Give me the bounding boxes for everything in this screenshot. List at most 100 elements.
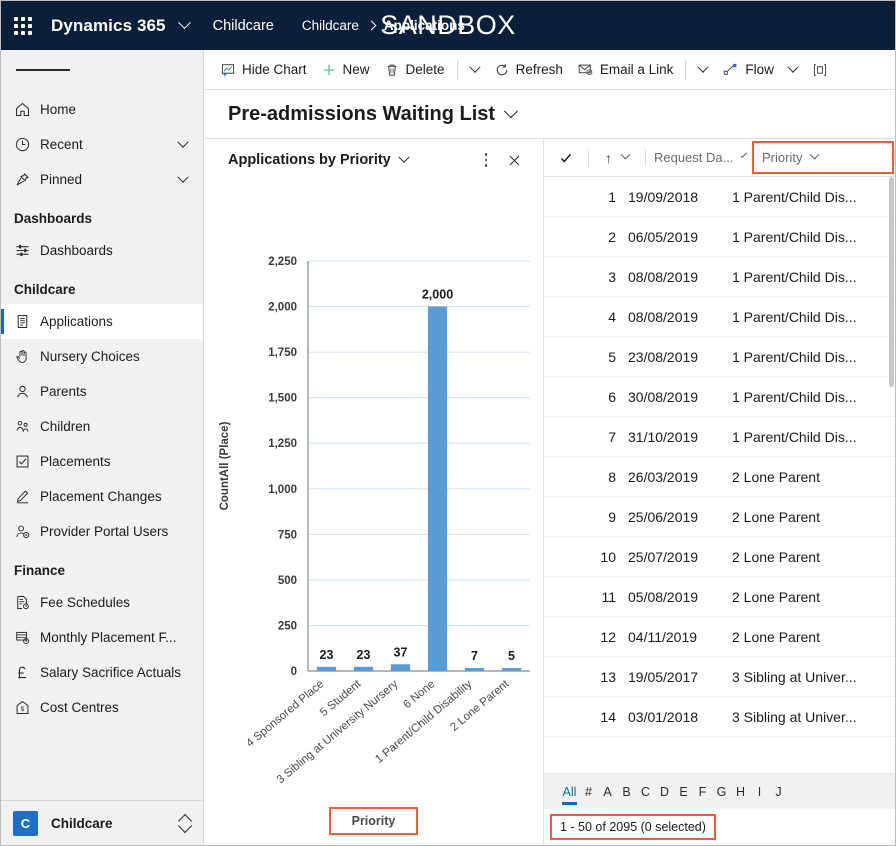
table-row[interactable]: 1 19/09/2018 1 Parent/Child Dis...: [544, 177, 895, 217]
grid-status-bar: 1 - 50 of 2095 (0 selected): [544, 809, 895, 845]
sidebar-item-label: Salary Sacrifice Actuals: [40, 665, 182, 680]
sidebar-item-placement-changes[interactable]: Placement Changes: [1, 479, 203, 514]
sidebar-item-children[interactable]: Children: [1, 409, 203, 444]
chevron-down-icon[interactable]: [177, 136, 193, 149]
chart-bar[interactable]: [501, 668, 522, 671]
kebab-menu-icon[interactable]: [473, 147, 499, 173]
row-index: 9: [608, 508, 616, 525]
sidebar-item-recent[interactable]: Recent: [1, 127, 203, 162]
sidebar-item-pinned[interactable]: Pinned: [1, 162, 203, 197]
table-row[interactable]: 3 08/08/2019 1 Parent/Child Dis...: [544, 257, 895, 297]
chart-bar[interactable]: [353, 666, 374, 671]
sidebar-item-parents[interactable]: Parents: [1, 374, 203, 409]
sidebar-item-nursery-choices[interactable]: Nursery Choices: [1, 339, 203, 374]
new-button[interactable]: New: [314, 56, 377, 84]
column-header-request-date[interactable]: Request Da...: [646, 139, 752, 177]
delete-button[interactable]: Delete: [377, 56, 452, 84]
sidebar-item-dashboards[interactable]: Dashboards: [1, 233, 203, 268]
flow-button[interactable]: Flow: [715, 56, 781, 84]
alpha-filter-j[interactable]: J: [769, 782, 788, 802]
alpha-filter-c[interactable]: C: [636, 782, 655, 802]
alpha-filter-e[interactable]: E: [674, 782, 693, 802]
table-row[interactable]: 8 26/03/2019 2 Lone Parent: [544, 457, 895, 497]
chart-bar[interactable]: [390, 664, 411, 671]
chevron-down-icon[interactable]: [398, 151, 410, 164]
chart-bar[interactable]: [427, 306, 448, 671]
alpha-filter-i[interactable]: I: [750, 782, 769, 802]
table-row[interactable]: 9 25/06/2019 2 Lone Parent: [544, 497, 895, 537]
table-row[interactable]: 13 19/05/2017 3 Sibling at Univer...: [544, 657, 895, 697]
table-row[interactable]: 10 25/07/2019 2 Lone Parent: [544, 537, 895, 577]
table-row[interactable]: 14 03/01/2018 3 Sibling at Univer...: [544, 697, 895, 737]
table-row[interactable]: 5 23/08/2019 1 Parent/Child Dis...: [544, 337, 895, 377]
refresh-icon: [494, 62, 510, 78]
current-app-name[interactable]: Childcare: [213, 18, 274, 34]
cell-request-date: 08/08/2019: [628, 268, 699, 285]
sidebar-item-home[interactable]: Home: [1, 92, 203, 127]
sidebar-item-cost-centres[interactable]: $ Cost Centres: [1, 690, 203, 725]
table-row[interactable]: 12 04/11/2019 2 Lone Parent: [544, 617, 895, 657]
alpha-filter-b[interactable]: B: [617, 782, 636, 802]
sidebar-group-title: Childcare: [14, 282, 76, 297]
alphabet-filter[interactable]: All # A B C D E F G H I J: [544, 773, 895, 809]
table-row[interactable]: 2 06/05/2019 1 Parent/Child Dis...: [544, 217, 895, 257]
table-row[interactable]: 7 31/10/2019 1 Parent/Child Dis...: [544, 417, 895, 457]
table-row[interactable]: 6 30/08/2019 1 Parent/Child Dis...: [544, 377, 895, 417]
sidebar-item-placements[interactable]: Placements: [1, 444, 203, 479]
sidebar-item-salary-sacrifice-actuals[interactable]: Salary Sacrifice Actuals: [1, 655, 203, 690]
view-selector[interactable]: Pre-admissions Waiting List: [204, 90, 895, 138]
sidebar-item-fee-schedules[interactable]: Fee Schedules: [1, 585, 203, 620]
sidebar-item-monthly-placement-fees[interactable]: Monthly Placement F...: [1, 620, 203, 655]
scrollbar-thumb[interactable]: [889, 177, 894, 387]
chevron-down-icon[interactable]: [177, 16, 191, 30]
flow-chevron-icon[interactable]: [781, 56, 805, 84]
alpha-filter-d[interactable]: D: [655, 782, 674, 802]
alpha-filter-h[interactable]: H: [731, 782, 750, 802]
refresh-button[interactable]: Refresh: [487, 56, 570, 84]
row-index: 11: [601, 588, 616, 605]
chart-bar[interactable]: [316, 666, 337, 671]
email-a-link-button[interactable]: Email a Link: [570, 56, 681, 84]
bar-chart[interactable]: 0 250 500 750 1,000 1,250 1,500 1,750 2,000 2,250…: [204, 181, 543, 797]
table-row[interactable]: 11 05/08/2019 2 Lone Parent: [544, 577, 895, 617]
alpha-filter-all[interactable]: All: [560, 782, 579, 805]
app-launcher-icon[interactable]: [1, 16, 45, 35]
alpha-filter-f[interactable]: F: [693, 782, 712, 802]
vertical-scrollbar[interactable]: [888, 177, 895, 773]
close-icon[interactable]: [499, 147, 529, 173]
cell-priority: 2 Lone Parent: [732, 468, 820, 485]
sort-control[interactable]: ↑: [589, 149, 645, 165]
sidebar-item-applications[interactable]: Applications: [1, 304, 203, 339]
list-clock-icon: [14, 629, 40, 646]
column-header-priority[interactable]: Priority: [752, 141, 894, 174]
overflow-chevron-icon[interactable]: [463, 56, 487, 84]
up-down-chevron-icon[interactable]: [179, 815, 191, 831]
app-switcher[interactable]: C Childcare: [1, 800, 203, 845]
cell-request-date: 05/08/2019: [628, 588, 699, 605]
table-row[interactable]: 4 08/08/2019 1 Parent/Child Dis...: [544, 297, 895, 337]
chart-data-label: 23: [357, 648, 371, 662]
breadcrumb-root[interactable]: Childcare: [302, 18, 359, 33]
cell-priority: 3 Sibling at Univer...: [732, 668, 857, 685]
select-all-checkmark-icon[interactable]: [544, 151, 588, 165]
cell-priority: 2 Lone Parent: [732, 548, 820, 565]
chart-legend: Priority: [204, 797, 543, 845]
chart-legend-label[interactable]: Priority: [328, 807, 419, 835]
hide-chart-button[interactable]: Hide Chart: [213, 56, 314, 84]
grid-body[interactable]: 1 19/09/2018 1 Parent/Child Dis... 2 06/05/2…: [544, 177, 895, 773]
cell-priority: 2 Lone Parent: [732, 508, 820, 525]
chevron-down-icon[interactable]: [810, 149, 820, 160]
alpha-filter-g[interactable]: G: [712, 782, 731, 802]
run-report-button[interactable]: [805, 56, 841, 84]
sidebar-item-provider-portal-users[interactable]: Provider Portal Users: [1, 514, 203, 549]
alpha-filter-a[interactable]: A: [598, 782, 617, 802]
alpha-filter-hash[interactable]: #: [579, 782, 598, 802]
chevron-down-icon[interactable]: [740, 151, 747, 158]
hamburger-menu-icon[interactable]: [1, 50, 203, 90]
chevron-down-icon[interactable]: [177, 171, 193, 184]
chevron-down-icon[interactable]: [620, 149, 631, 160]
email-overflow-chevron-icon[interactable]: [691, 56, 715, 84]
chart-bar[interactable]: [464, 668, 485, 671]
document-icon: [14, 313, 40, 330]
chevron-down-icon[interactable]: [504, 104, 519, 119]
